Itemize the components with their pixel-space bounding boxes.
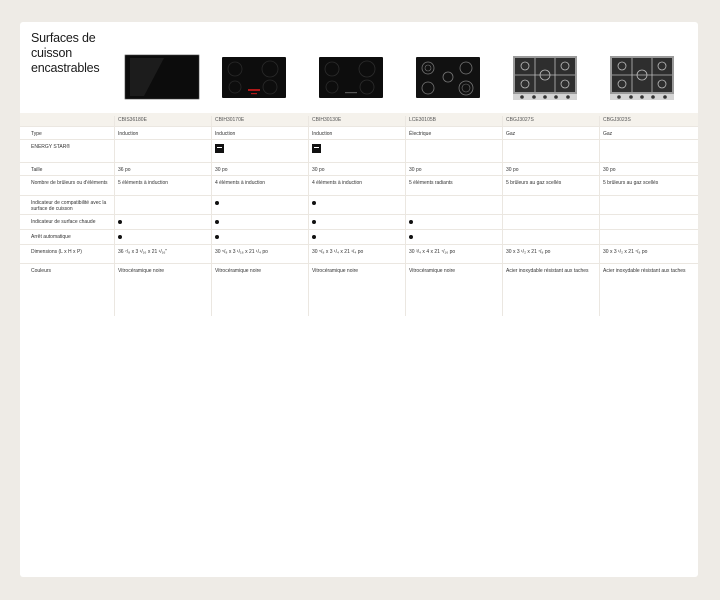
table-cell: Vitrocéramique noire	[215, 268, 262, 274]
table-cell	[599, 215, 696, 230]
product-sku[interactable]: CBGJ3027S	[502, 113, 599, 126]
energy-star-icon	[215, 144, 224, 153]
table-row: Taille 36 po 30 po 30 po 30 po 30 po 30 po	[20, 162, 698, 176]
table-cell: 30 x 3 ¹/₂ x 21 ⁷/₈ po	[506, 249, 551, 255]
radiant-electric-cooktop-icon[interactable]	[415, 52, 481, 102]
feature-dot	[211, 230, 308, 245]
product-sku[interactable]: CBIS36180E	[114, 113, 211, 126]
table-cell: 30 x 3 ¹/₂ x 21 ⁷/₈ po	[603, 249, 648, 255]
table-cell	[405, 140, 502, 163]
table-row: Type Induction Induction Induction Électriqu…	[20, 126, 698, 140]
product-sku[interactable]: CBIH30170E	[211, 113, 308, 126]
table-row: Indicateur de compatibilité avec la surf…	[20, 195, 698, 215]
row-label: Indicateur de surface chaude	[31, 219, 96, 225]
column-divider	[308, 116, 309, 316]
table-row: Couleurs Vitrocéramique noire Vitrocéramiq…	[20, 263, 698, 279]
feature-dot	[114, 215, 211, 230]
product-sku[interactable]: LCE30105B	[405, 113, 502, 126]
table-cell: 4 éléments à induction	[215, 180, 266, 186]
bullet-icon	[312, 201, 316, 205]
table-cell: Acier inoxydable résistant aux taches	[603, 268, 686, 274]
table-cell	[114, 196, 211, 215]
table-cell	[599, 196, 696, 215]
feature-dot	[308, 196, 405, 215]
feature-dot	[114, 230, 211, 245]
gas-cooktop-5-burner-icon[interactable]	[512, 52, 578, 102]
table-cell: Vitrocéramique noire	[312, 268, 359, 274]
energy-star-cell	[211, 140, 308, 163]
row-label: Dimensions (L x H x P)	[31, 249, 82, 255]
bullet-icon	[312, 235, 316, 239]
table-cell: 5 brûleurs au gaz scellés	[603, 180, 659, 186]
table-cell: 4 éléments à induction	[312, 180, 363, 186]
row-label: Nombre de brûleurs ou d'éléments	[31, 180, 108, 186]
bullet-icon	[312, 220, 316, 224]
product-images	[114, 52, 698, 106]
column-divider	[502, 116, 503, 316]
bullet-icon	[118, 235, 122, 239]
page-title: Surfaces de cuisson encastrables	[31, 31, 100, 75]
column-divider	[114, 116, 115, 316]
table-cell	[599, 140, 696, 163]
table-row: Arrêt automatique	[20, 229, 698, 245]
table-cell: Vitrocéramique noire	[118, 268, 165, 274]
induction-cooktop-30-red-controls-icon[interactable]	[221, 52, 287, 102]
table-cell: 5 éléments à induction	[118, 180, 169, 186]
feature-dot	[211, 196, 308, 215]
table-cell: Vitrocéramique noire	[409, 268, 456, 274]
table-cell	[405, 196, 502, 215]
energy-star-icon	[312, 144, 321, 153]
product-sku[interactable]: CBIH30130E	[308, 113, 405, 126]
induction-cooktop-30-icon[interactable]	[318, 52, 384, 102]
table-cell	[502, 196, 599, 215]
feature-dot	[308, 215, 405, 230]
table-cell: 5 éléments radiants	[409, 180, 453, 186]
energy-star-cell	[308, 140, 405, 163]
row-label: Couleurs	[31, 268, 52, 274]
feature-dot	[211, 215, 308, 230]
induction-cooktop-36-icon[interactable]	[124, 52, 200, 102]
bullet-icon	[409, 235, 413, 239]
feature-dot	[405, 230, 502, 245]
column-divider	[599, 116, 600, 316]
table-row: ENERGY STAR®	[20, 139, 698, 163]
gas-cooktop-5-burner-alt-icon[interactable]	[609, 52, 675, 102]
row-label: Indicateur de compatibilité avec la surf…	[31, 200, 107, 212]
comparison-card: Surfaces de cuisson encastrables CBIS361…	[20, 22, 698, 577]
bullet-icon	[409, 220, 413, 224]
table-cell: Acier inoxydable résistant aux taches	[506, 268, 589, 274]
row-label: Arrêt automatique	[31, 234, 71, 240]
table-cell: 30 ⁵/₈ x 3 ¹/₄ x 21 ¹/₄ po	[312, 249, 364, 255]
row-label: ENERGY STAR®	[31, 144, 71, 150]
column-divider	[211, 116, 212, 316]
table-cell	[114, 140, 211, 163]
table-cell: 30 ³/₄ x 4 x 21 ⁷/₁₆ po	[409, 249, 456, 255]
table-cell	[502, 215, 599, 230]
table-cell: 30 ⁵/₈ x 3 ¹/₁₆ x 21 ¹/₄ po	[215, 249, 268, 255]
bullet-icon	[215, 235, 219, 239]
feature-dot	[405, 215, 502, 230]
table-row: Nombre de brûleurs ou d'éléments 5 élémen…	[20, 175, 698, 196]
table-cell	[502, 140, 599, 163]
bullet-icon	[215, 220, 219, 224]
table-cell	[599, 230, 696, 245]
bullet-icon	[118, 220, 122, 224]
table-cell: 36 ⁷/₈ x 3 ¹/₁₆ x 21 ¹/₁₆"	[118, 249, 168, 255]
product-sku[interactable]: CBGJ3023S	[599, 113, 696, 126]
table-cell	[502, 230, 599, 245]
sku-header-row: CBIS36180E CBIH30170E CBIH30130E LCE30105B C…	[20, 113, 698, 126]
bullet-icon	[215, 201, 219, 205]
column-divider	[405, 116, 406, 316]
table-row: Indicateur de surface chaude	[20, 214, 698, 230]
table-cell: 5 brûleurs au gaz scellés	[506, 180, 562, 186]
feature-dot	[308, 230, 405, 245]
table-row: Dimensions (L x H x P) 36 ⁷/₈ x 3 ¹/₁₆ x …	[20, 244, 698, 264]
